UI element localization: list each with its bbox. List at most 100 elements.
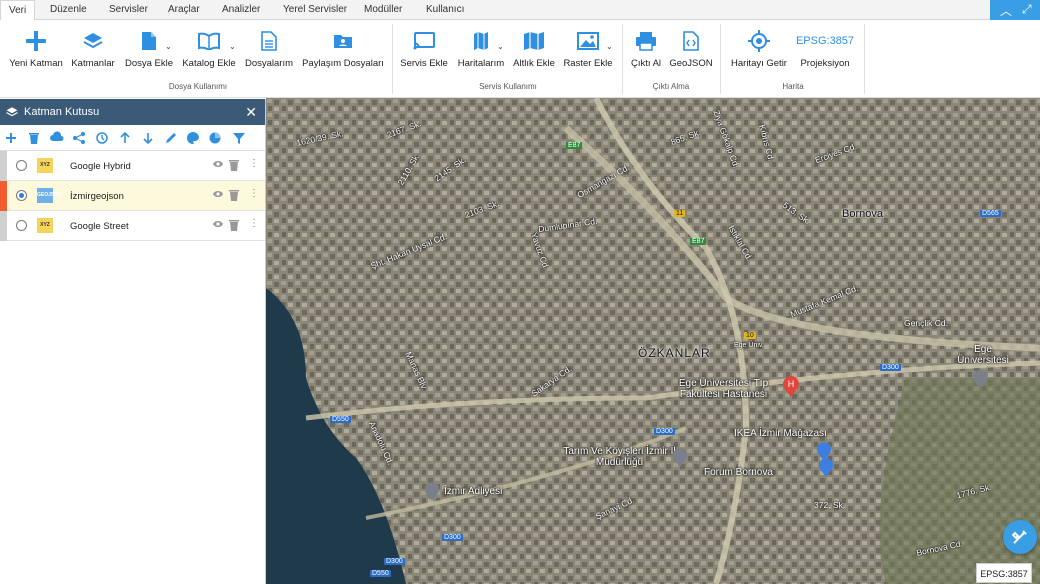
trash-icon[interactable]	[229, 159, 239, 171]
layer-type-badge: GEOJSON	[37, 188, 62, 203]
layer-radio[interactable]	[16, 190, 27, 201]
road-sign: D300	[880, 364, 901, 371]
layers-button[interactable]: Katmanlar	[68, 28, 118, 69]
more-options-icon[interactable]: ⋮	[249, 188, 259, 199]
layer-name: İzmirgeojson	[70, 191, 124, 202]
fullscreen-icon[interactable]: ⤢	[1022, 2, 1032, 17]
layer-panel-header: Katman Kutusu ✕	[0, 99, 265, 125]
more-options-icon[interactable]: ⋮	[249, 218, 259, 229]
add-catalog-label: Katalog Ekle	[182, 58, 236, 69]
add-basemap-label: Altlık Ekle	[513, 58, 555, 69]
layer-name: Google Street	[70, 221, 129, 232]
group-label-files: Dosya Kullanımı	[168, 82, 228, 91]
group-label-output: Çıktı Alma	[652, 82, 690, 91]
eye-icon[interactable]	[212, 159, 224, 169]
tab-servisler[interactable]: Servisler	[101, 0, 156, 20]
shared-files-label: Paylaşım Dosyaları	[302, 58, 384, 69]
share-icon[interactable]	[72, 131, 86, 145]
add-catalog-dropdown-icon[interactable]: ⌄	[229, 42, 236, 51]
tab-duzenle[interactable]: Düzenle	[42, 0, 95, 20]
more-options-icon[interactable]: ⋮	[249, 158, 259, 169]
plus-icon	[26, 31, 46, 51]
tab-yerel-servisler[interactable]: Yerel Servisler	[275, 0, 355, 20]
poi-label: Ege Üniversitesi	[957, 344, 1009, 366]
pie-chart-icon[interactable]	[208, 131, 222, 145]
road-sign: 10	[744, 332, 756, 339]
government-marker-icon[interactable]	[672, 448, 688, 468]
close-icon[interactable]: ✕	[245, 99, 257, 125]
trash-icon[interactable]	[229, 219, 239, 231]
road-sign: D300	[654, 428, 675, 435]
store-marker-icon[interactable]	[816, 442, 832, 462]
layers-icon	[6, 107, 18, 117]
projection-label: Projeksiyon	[800, 58, 850, 69]
history-icon[interactable]	[95, 131, 109, 145]
cloud-download-icon[interactable]	[50, 131, 64, 145]
shared-files-button[interactable]: Paylaşım Dosyaları	[300, 28, 386, 69]
hospital-marker-icon[interactable]: H	[782, 376, 800, 398]
fetch-map-label: Haritayı Getir	[731, 58, 787, 69]
my-maps-dropdown-icon[interactable]: ⌄	[497, 42, 504, 51]
add-icon[interactable]	[4, 131, 18, 145]
poi-label: Tarım Ve Köyişleri İzmir İl Müdürlüğü	[563, 446, 676, 468]
street-label: Ege Üniv.	[734, 342, 764, 349]
fetch-map-button[interactable]: Haritayı Getir	[726, 28, 792, 69]
tab-araclar[interactable]: Araçlar	[160, 0, 208, 20]
crosshair-icon	[748, 30, 770, 52]
code-file-icon	[683, 31, 699, 51]
geojson-button[interactable]: GeoJSON	[668, 28, 714, 69]
tab-veri[interactable]: Veri	[0, 0, 36, 21]
layers-label: Katmanlar	[71, 58, 115, 69]
eye-icon[interactable]	[212, 219, 224, 229]
layer-radio[interactable]	[16, 220, 27, 231]
my-files-button[interactable]: Dosyalarım	[242, 28, 296, 69]
arrow-up-icon[interactable]	[118, 131, 132, 145]
collapse-icon[interactable]: ︿	[1000, 2, 1012, 19]
tools-fab-button[interactable]	[1003, 520, 1037, 554]
pencil-icon[interactable]	[164, 131, 178, 145]
layer-status-bar	[0, 211, 7, 241]
road-sign: D550	[370, 570, 391, 577]
satellite-imagery	[266, 98, 1040, 584]
add-service-button[interactable]: Servis Ekle	[398, 28, 450, 69]
layer-status-bar	[0, 151, 7, 181]
group-label-map: Harita	[782, 82, 804, 91]
courthouse-marker-icon[interactable]	[424, 482, 440, 502]
tab-kullanici[interactable]: Kullanıcı	[418, 0, 472, 20]
ribbon-divider	[864, 24, 865, 94]
road-sign: D300	[442, 534, 463, 541]
tab-moduller[interactable]: Modüller	[356, 0, 410, 20]
add-file-label: Dosya Ekle	[124, 58, 174, 69]
layer-row[interactable]: GEOJSON İzmirgeojson ⋮	[0, 181, 265, 211]
file-icon	[142, 32, 156, 50]
university-marker-icon[interactable]	[972, 370, 988, 390]
new-layer-button[interactable]: Yeni Katman	[6, 28, 66, 69]
trash-icon[interactable]	[229, 189, 239, 201]
layer-name: Google Hybrid	[70, 161, 131, 172]
print-button[interactable]: Çıktı Al	[626, 28, 666, 69]
menu-tab-bar: Veri Düzenle Servisler Araçlar Analizler…	[0, 0, 1040, 21]
arrow-down-icon[interactable]	[141, 131, 155, 145]
map-canvas[interactable]: ÖZKANLAR Bornova Ege Üniversitesi Tıp Fa…	[266, 98, 1040, 584]
book-icon	[198, 32, 220, 50]
tools-icon	[1012, 530, 1027, 544]
add-raster-dropdown-icon[interactable]: ⌄	[606, 42, 613, 51]
eye-icon[interactable]	[212, 189, 224, 199]
road-sign: D550	[330, 416, 351, 423]
trash-icon[interactable]	[27, 131, 41, 145]
filter-icon[interactable]	[232, 131, 246, 145]
add-basemap-button[interactable]: Altlık Ekle	[512, 28, 556, 69]
layer-row[interactable]: XYZ Google Street ⋮	[0, 211, 265, 241]
layer-radio[interactable]	[16, 160, 27, 171]
tab-analizler[interactable]: Analizler	[214, 0, 268, 20]
district-label: Bornova	[842, 208, 883, 220]
new-layer-label: Yeni Katman	[9, 58, 63, 69]
palette-icon[interactable]	[186, 131, 200, 145]
add-file-dropdown-icon[interactable]: ⌄	[165, 42, 172, 51]
layer-type-badge: XYZ	[37, 218, 53, 233]
add-raster-label: Raster Ekle	[563, 58, 613, 69]
projection-button[interactable]: EPSG:3857 Projeksiyon	[794, 28, 856, 69]
road-sign: D565	[980, 210, 1001, 217]
poi-label: Forum Bornova	[704, 467, 773, 478]
layer-row[interactable]: XYZ Google Hybrid ⋮	[0, 151, 265, 181]
